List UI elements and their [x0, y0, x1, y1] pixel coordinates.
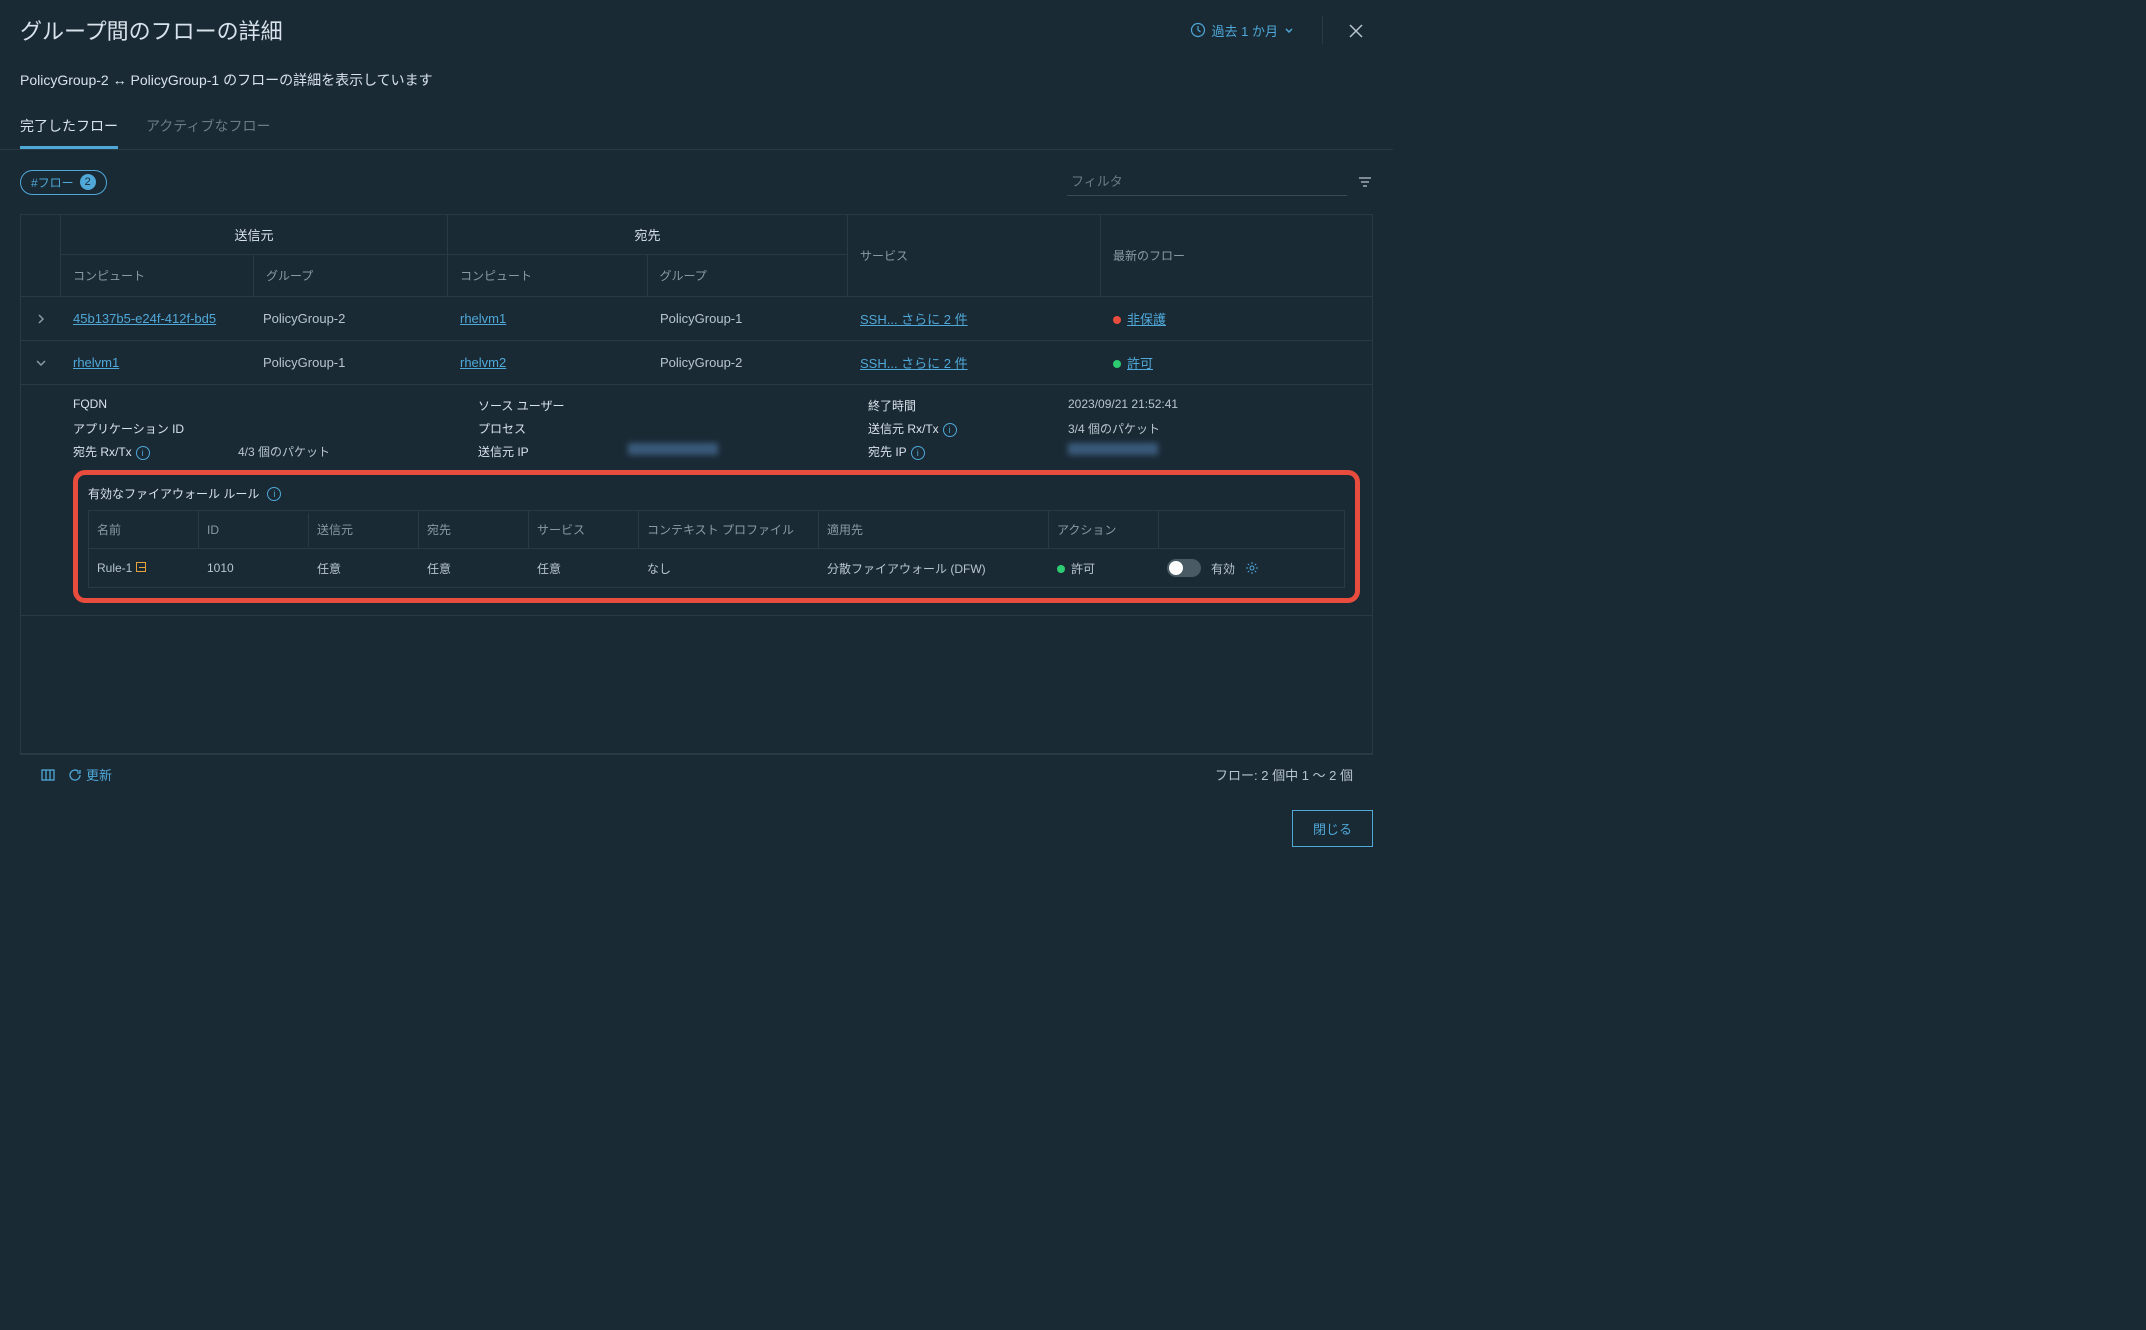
toggle-label: 有効 [1211, 560, 1235, 577]
header-source: 送信元 [61, 215, 447, 255]
firewall-rules-section: 有効なファイアウォール ルール i 名前 ID 送信元 宛先 サービス コンテキ… [73, 470, 1360, 603]
status-link[interactable]: 非保護 [1127, 312, 1166, 327]
pill-count: 2 [80, 174, 96, 190]
table-row: rhelvm1 PolicyGroup-1 rhelvm2 PolicyGrou… [21, 341, 1372, 385]
source-compute-link[interactable]: 45b137b5-e24f-412f-bd5 [73, 311, 216, 326]
source-user-label: ソース ユーザー [478, 397, 618, 414]
table-row: 45b137b5-e24f-412f-bd5 PolicyGroup-2 rhe… [21, 297, 1372, 341]
dest-group: PolicyGroup-2 [648, 343, 848, 382]
header-source-compute: コンピュート [61, 255, 254, 296]
fw-header-context: コンテキスト プロファイル [639, 511, 819, 548]
status-dot-icon [1113, 360, 1121, 368]
end-time-label: 終了時間 [868, 397, 1008, 414]
fqdn-value [238, 397, 468, 414]
dest-ip-value [1068, 443, 1258, 460]
service-link[interactable]: SSH... さらに 2 件 [860, 356, 968, 371]
firewall-rule-row: Rule-1 1010 任意 任意 任意 なし 分散ファイアウォール (DFW)… [89, 549, 1344, 587]
pill-label: #フロー [31, 174, 74, 191]
app-id-value [238, 420, 468, 437]
rule-badge-icon [136, 562, 146, 572]
gear-icon[interactable] [1245, 561, 1259, 576]
status-dot-icon [1057, 565, 1065, 573]
column-settings-icon[interactable] [40, 766, 56, 783]
source-group: PolicyGroup-1 [251, 343, 448, 382]
rule-enable-toggle[interactable] [1167, 559, 1201, 577]
flow-count-pill[interactable]: #フロー 2 [20, 170, 107, 195]
close-button[interactable]: 閉じる [1292, 810, 1373, 847]
clock-icon [1190, 22, 1206, 38]
status-link[interactable]: 許可 [1127, 356, 1153, 371]
tab-completed-flows[interactable]: 完了したフロー [20, 106, 118, 149]
flow-count-text: フロー: 2 個中 1 ～ 2 個 [1215, 765, 1353, 784]
source-rxtx-label: 送信元 Rx/Txi [868, 420, 1008, 437]
fw-header-service: サービス [529, 511, 639, 548]
source-user-value [628, 397, 858, 414]
header-destination: 宛先 [448, 215, 847, 255]
header-dest-group: グループ [648, 255, 848, 296]
row-detail-panel: FQDN ソース ユーザー 終了時間 2023/09/21 21:52:41 ア… [21, 385, 1372, 616]
header-latest-flow: 最新のフロー [1101, 215, 1351, 296]
chevron-down-icon [1284, 25, 1294, 35]
source-group: PolicyGroup-2 [251, 299, 448, 338]
info-icon[interactable]: i [267, 487, 281, 501]
fw-name: Rule-1 [89, 551, 199, 585]
process-label: プロセス [478, 420, 618, 437]
app-id-label: アプリケーション ID [73, 420, 228, 437]
header-source-group: グループ [254, 255, 447, 296]
header-service: サービス [848, 215, 1101, 296]
fw-action: 許可 [1049, 550, 1159, 587]
process-value [628, 420, 858, 437]
fw-header-action: アクション [1049, 511, 1159, 548]
time-range-label: 過去 1 か月 [1212, 21, 1278, 40]
dest-rxtx-label: 宛先 Rx/Txi [73, 443, 228, 460]
source-rxtx-value: 3/4 個のパケット [1068, 420, 1258, 437]
fw-id: 1010 [199, 551, 309, 585]
fw-source: 任意 [309, 550, 419, 587]
dest-group: PolicyGroup-1 [648, 299, 848, 338]
expand-toggle[interactable] [21, 301, 61, 337]
fw-header-source: 送信元 [309, 511, 419, 548]
info-icon[interactable]: i [943, 423, 957, 437]
dest-compute-link[interactable]: rhelvm2 [460, 355, 506, 370]
expand-toggle[interactable] [21, 345, 61, 381]
source-ip-value [628, 443, 858, 460]
dest-rxtx-value: 4/3 個のパケット [238, 443, 468, 460]
fw-destination: 任意 [419, 550, 529, 587]
source-ip-label: 送信元 IP [478, 443, 618, 460]
fw-service: 任意 [529, 550, 639, 587]
subheader-text: PolicyGroup-2 ↔ PolicyGroup-1 のフローの詳細を表示… [0, 60, 1393, 106]
service-link[interactable]: SSH... さらに 2 件 [860, 312, 968, 327]
page-title: グループ間のフローの詳細 [20, 14, 283, 46]
tab-active-flows[interactable]: アクティブなフロー [146, 106, 270, 149]
fw-header-destination: 宛先 [419, 511, 529, 548]
refresh-button[interactable]: 更新 [68, 765, 112, 784]
info-icon[interactable]: i [911, 446, 925, 460]
fw-header-toggle [1159, 520, 1289, 540]
dest-compute-link[interactable]: rhelvm1 [460, 311, 506, 326]
fw-header-applied: 適用先 [819, 511, 1049, 548]
filter-icon[interactable] [1357, 174, 1373, 191]
firewall-title: 有効なファイアウォール ルール i [88, 485, 1345, 502]
dest-ip-label: 宛先 IPi [868, 443, 1008, 460]
fw-header-id: ID [199, 513, 309, 547]
fqdn-label: FQDN [73, 397, 228, 414]
expand-column-header [21, 215, 61, 296]
info-icon[interactable]: i [136, 446, 150, 460]
end-time-value: 2023/09/21 21:52:41 [1068, 397, 1258, 414]
fw-header-name: 名前 [89, 511, 199, 548]
status-dot-icon [1113, 316, 1121, 324]
header-dest-compute: コンピュート [448, 255, 648, 296]
source-compute-link[interactable]: rhelvm1 [73, 355, 119, 370]
time-range-selector[interactable]: 過去 1 か月 [1190, 21, 1294, 40]
filter-input[interactable] [1067, 168, 1347, 196]
fw-context: なし [639, 550, 819, 587]
fw-applied: 分散ファイアウォール (DFW) [819, 550, 1049, 587]
close-icon[interactable] [1322, 16, 1373, 44]
